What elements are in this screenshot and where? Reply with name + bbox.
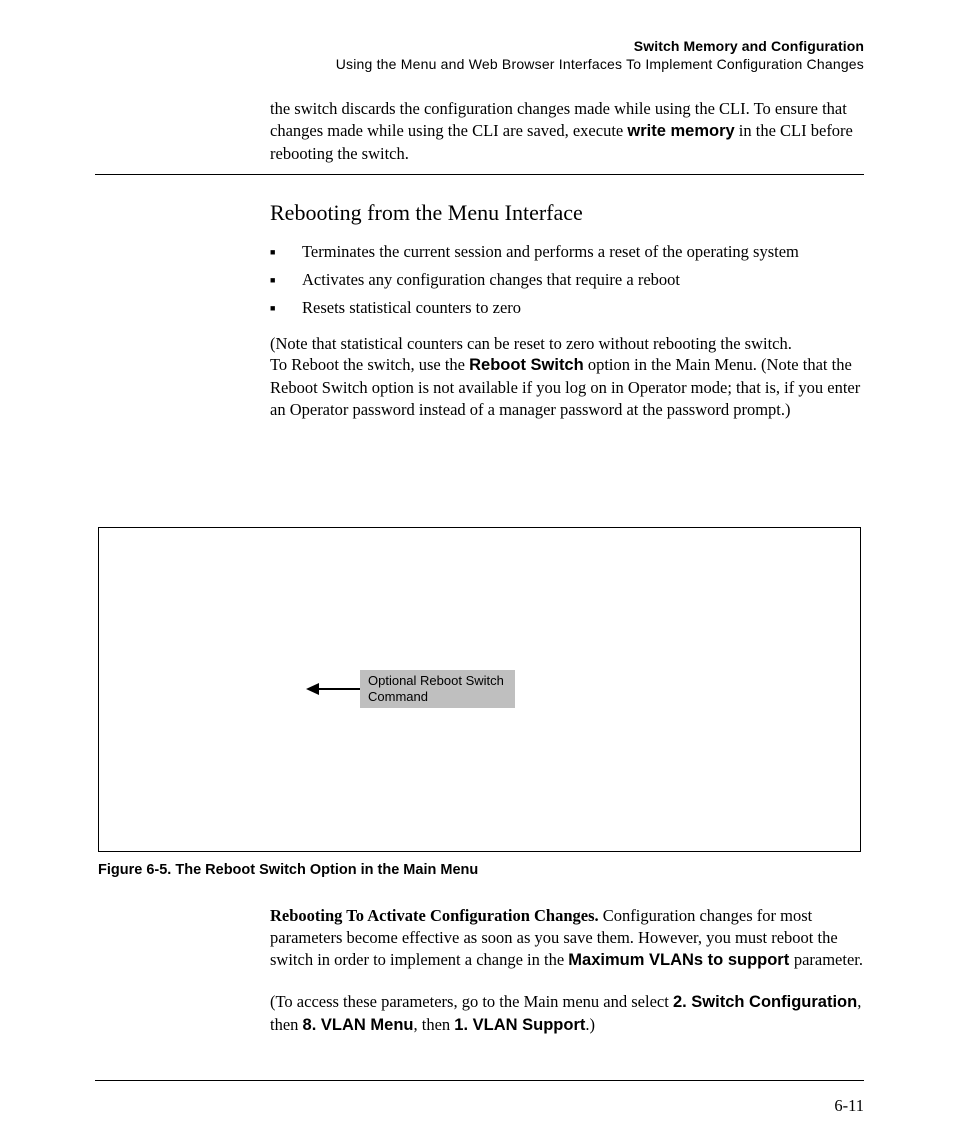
inline-bold-vlan-menu: 8. VLAN Menu xyxy=(303,1016,414,1034)
text: , then xyxy=(413,1015,454,1034)
list-item: Resets statistical counters to zero xyxy=(270,297,864,319)
header-title: Switch Memory and Configuration xyxy=(310,38,864,54)
run-in-heading: Rebooting To Activate Configuration Chan… xyxy=(270,906,603,925)
text: parameter. xyxy=(794,950,863,969)
bullet-list: Terminates the current session and perfo… xyxy=(270,241,864,318)
figure-callout-text: Optional Reboot Switch Command xyxy=(360,673,515,706)
intro-paragraph: the switch discards the configuration ch… xyxy=(270,98,864,164)
inline-bold-switch-config: 2. Switch Configuration xyxy=(673,993,857,1011)
header-subtitle: Using the Menu and Web Browser Interface… xyxy=(310,56,864,72)
horizontal-rule-lower xyxy=(95,1080,864,1081)
figure-caption: Figure 6-5. The Reboot Switch Option in … xyxy=(98,862,478,878)
text: (To access these parameters, go to the M… xyxy=(270,992,673,1011)
arrow-left-icon xyxy=(306,683,319,695)
horizontal-rule-upper xyxy=(95,174,864,175)
page-number: 6-11 xyxy=(834,1096,864,1116)
page-header: Switch Memory and Configuration Using th… xyxy=(310,38,864,72)
figure-callout: Optional Reboot Switch Command xyxy=(360,670,515,708)
inline-bold-write-memory: write memory xyxy=(627,122,734,140)
list-item: Activates any configuration changes that… xyxy=(270,269,864,291)
text: .) xyxy=(585,1015,595,1034)
inline-bold-reboot-switch: Reboot Switch xyxy=(469,356,584,374)
inline-bold-max-vlans: Maximum VLANs to support xyxy=(568,951,794,969)
list-item: Terminates the current session and perfo… xyxy=(270,241,864,263)
rebooting-activate-paragraph: Rebooting To Activate Configuration Chan… xyxy=(270,905,864,971)
section-heading: Rebooting from the Menu Interface xyxy=(270,198,864,227)
reboot-paragraph: To Reboot the switch, use the Reboot Swi… xyxy=(270,354,864,420)
page: Switch Memory and Configuration Using th… xyxy=(0,0,954,1145)
body-column-upper: the switch discards the configuration ch… xyxy=(270,98,864,421)
body-column-lower: Rebooting To Activate Configuration Chan… xyxy=(270,905,864,1037)
arrow-line xyxy=(318,688,360,690)
note-paragraph: (Note that statistical counters can be r… xyxy=(270,333,864,355)
access-path-paragraph: (To access these parameters, go to the M… xyxy=(270,991,864,1037)
inline-bold-vlan-support: 1. VLAN Support xyxy=(454,1016,585,1034)
text: To Reboot the switch, use the xyxy=(270,355,469,374)
